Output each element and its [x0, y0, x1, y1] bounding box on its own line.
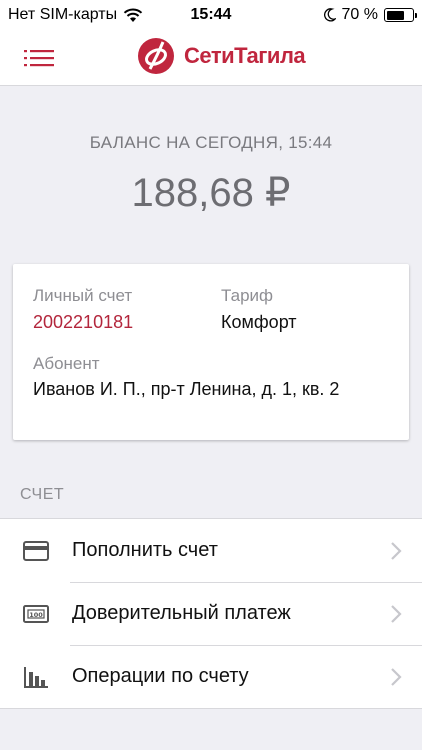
- battery-level: [386, 10, 404, 20]
- account-operations-item[interactable]: Операции по счету: [0, 645, 422, 708]
- chevron-right-icon: [391, 605, 402, 623]
- tariff-label: Тариф: [221, 286, 274, 305]
- tariff-value: Комфорт: [221, 312, 297, 332]
- section-title-account: СЧЕТ: [20, 486, 65, 503]
- brand-logo: СетиТагила: [136, 36, 306, 76]
- battery-icon: [384, 8, 417, 22]
- battery-percent: 70 %: [341, 6, 378, 23]
- account-card: Личный счет 2002210181 Тариф Комфорт Або…: [13, 264, 409, 440]
- status-right: 70 %: [323, 6, 417, 24]
- trust-payment-item[interactable]: 100 Доверительный платеж: [0, 582, 422, 645]
- account-number: 2002210181: [33, 312, 134, 332]
- top-navbar: СетиТагила: [0, 30, 422, 86]
- account-operations-label: Операции по счету: [72, 665, 249, 687]
- chevron-right-icon: [391, 542, 402, 560]
- balance-title: БАЛАНС НА СЕГОДНЯ, 15:44: [89, 133, 333, 152]
- logo-text: СетиТагила: [184, 43, 306, 68]
- balance-value: 188,68 ₽: [131, 171, 291, 215]
- hamburger-icon[interactable]: [24, 46, 54, 70]
- top-up-account-item[interactable]: Пополнить счет: [0, 519, 422, 582]
- top-up-account-label: Пополнить счет: [72, 539, 218, 561]
- status-bar: Нет SIM-карты 15:44 70 %: [0, 0, 422, 30]
- chevron-right-icon: [391, 668, 402, 686]
- credit-card-icon: [22, 537, 50, 565]
- account-menu: Пополнить счет 100 Доверительный платеж: [0, 518, 422, 709]
- subscriber-value: Иванов И. П., пр-т Ленина, д. 1, кв. 2: [33, 379, 340, 399]
- moon-icon: [323, 8, 336, 22]
- subscriber-label: Абонент: [33, 354, 100, 373]
- logo-mark-icon: [138, 38, 174, 74]
- svg-text:100: 100: [29, 611, 43, 619]
- account-label: Личный счет: [33, 286, 133, 305]
- bar-chart-icon: [22, 663, 50, 691]
- trust-payment-label: Доверительный платеж: [72, 602, 291, 624]
- banknote-icon: 100: [22, 600, 50, 628]
